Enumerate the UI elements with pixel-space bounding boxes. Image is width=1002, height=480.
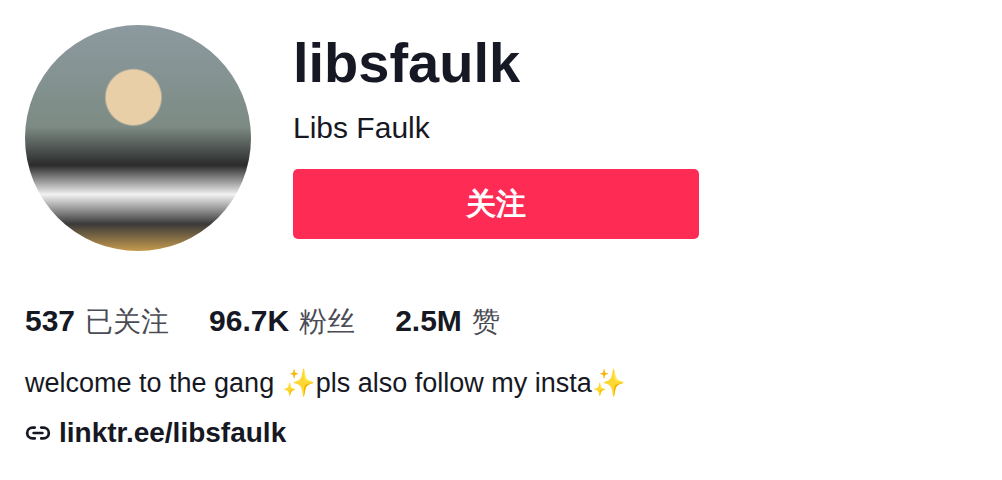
username: libsfaulk xyxy=(293,29,699,96)
bio: welcome to the gang ✨pls also follow my … xyxy=(25,367,977,399)
stat-value: 2.5M xyxy=(395,304,462,338)
stat-label: 粉丝 xyxy=(299,303,355,341)
profile-link[interactable]: linktr.ee/libsfaulk xyxy=(25,417,977,449)
stat-item[interactable]: 96.7K 粉丝 xyxy=(209,303,355,341)
stat-label: 已关注 xyxy=(85,303,169,341)
follow-button[interactable]: 关注 xyxy=(293,169,699,239)
profile-page: libsfaulk Libs Faulk 关注 537 已关注 96.7K 粉丝 2.5M 赞w… xyxy=(0,0,1002,480)
link-text: linktr.ee/libsfaulk xyxy=(59,417,286,449)
avatar-photo[interactable] xyxy=(25,25,251,251)
link-icon xyxy=(25,420,51,446)
profile-info: libsfaulk Libs Faulk 关注 xyxy=(293,25,699,239)
profile-header: libsfaulk Libs Faulk 关注 xyxy=(25,25,977,251)
display-name: Libs Faulk xyxy=(293,110,699,146)
stat-value: 537 xyxy=(25,304,75,338)
stat-item[interactable]: 2.5M 赞 xyxy=(395,303,500,341)
stat-label: 赞 xyxy=(472,303,500,341)
stat-item[interactable]: 537 已关注 xyxy=(25,303,169,341)
stat-value: 96.7K xyxy=(209,304,289,338)
stats-row: 537 已关注 96.7K 粉丝 2.5M 赞 xyxy=(25,303,977,341)
